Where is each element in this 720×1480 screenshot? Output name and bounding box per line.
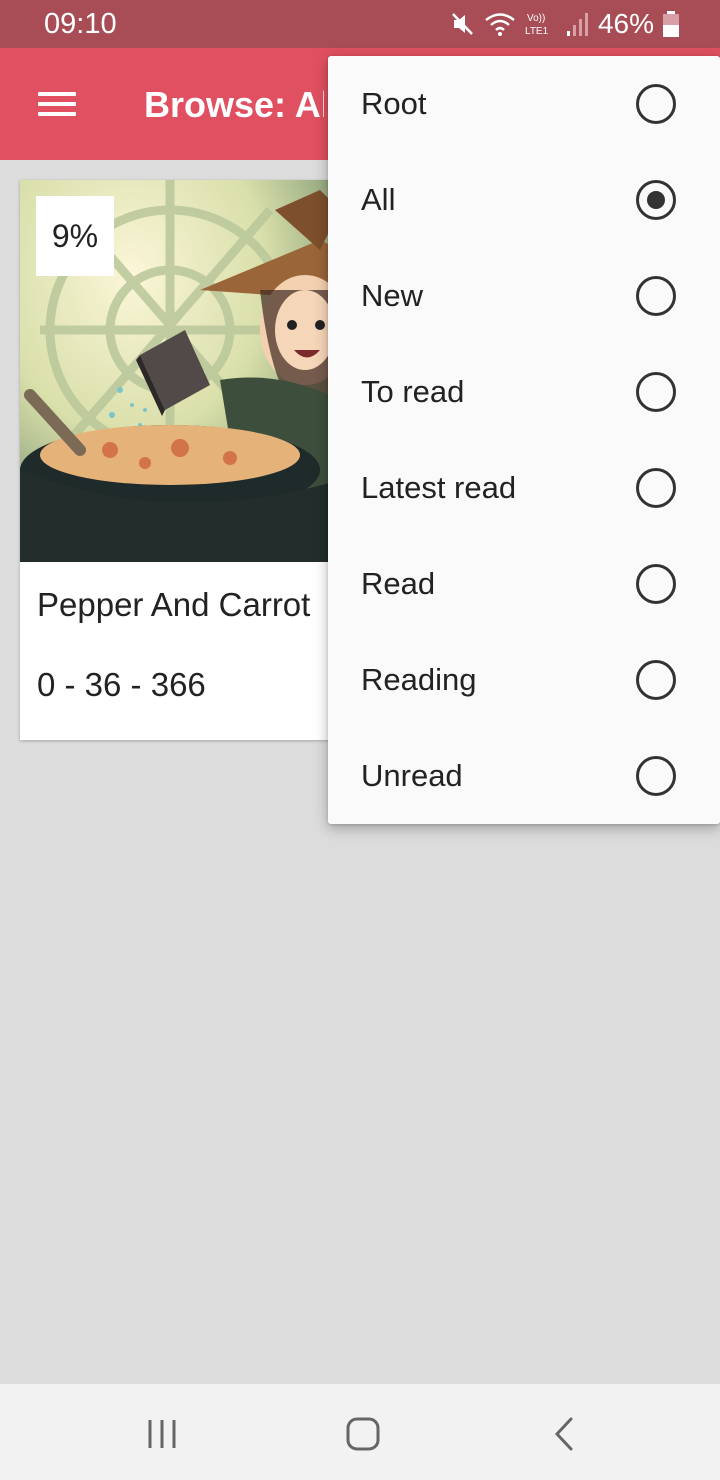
- menu-item-unread[interactable]: Unread: [328, 728, 720, 824]
- hamburger-menu-icon[interactable]: [28, 82, 84, 126]
- back-icon[interactable]: [545, 1414, 585, 1454]
- status-time: 09:10: [44, 8, 117, 40]
- radio-button[interactable]: [636, 660, 676, 700]
- menu-item-to-read[interactable]: To read: [328, 344, 720, 440]
- radio-button[interactable]: [636, 84, 676, 124]
- system-nav-bar: [0, 1384, 720, 1480]
- radio-button[interactable]: [636, 468, 676, 508]
- radio-button[interactable]: [636, 276, 676, 316]
- comic-card[interactable]: 9% Pepper And Carrot 0 - 36 - 366: [20, 180, 340, 740]
- home-icon[interactable]: [343, 1414, 383, 1454]
- radio-button[interactable]: [636, 756, 676, 796]
- comic-stats: 0 - 36 - 366: [37, 666, 206, 703]
- menu-item-label: Unread: [361, 758, 463, 793]
- menu-item-reading[interactable]: Reading: [328, 632, 720, 728]
- svg-text:LTE1: LTE1: [525, 26, 549, 37]
- battery-percentage: 46%: [597, 8, 654, 39]
- menu-item-label: Reading: [361, 662, 477, 697]
- menu-item-root[interactable]: Root: [328, 56, 720, 152]
- volte-lte-icon: Vo)) LTE1: [525, 13, 549, 37]
- menu-item-latest-read[interactable]: Latest read: [328, 440, 720, 536]
- menu-item-label: Latest read: [361, 470, 517, 505]
- status-icons: Vo)) LTE1 46%: [450, 6, 680, 42]
- menu-item-all[interactable]: All: [328, 152, 720, 248]
- menu-item-label: New: [361, 278, 424, 313]
- wifi-icon: [485, 13, 515, 36]
- radio-button[interactable]: [636, 372, 676, 412]
- svg-text:Vo)): Vo)): [527, 13, 545, 24]
- signal-icon: [566, 13, 588, 36]
- recents-icon[interactable]: [142, 1414, 182, 1454]
- menu-item-label: Read: [361, 566, 436, 601]
- radio-button[interactable]: [636, 180, 676, 220]
- comic-title: Pepper And Carrot: [37, 586, 311, 623]
- menu-item-label: All: [361, 182, 396, 217]
- menu-item-read[interactable]: Read: [328, 536, 720, 632]
- page-title: Browse: All: [144, 84, 324, 125]
- menu-item-label: To read: [361, 374, 465, 409]
- filter-dropdown-menu: Root All New To read Latest read Read Re…: [328, 56, 720, 824]
- battery-icon: [663, 11, 679, 37]
- menu-item-new[interactable]: New: [328, 248, 720, 344]
- mute-icon: [452, 13, 473, 35]
- radio-button[interactable]: [636, 564, 676, 604]
- progress-badge: 9%: [36, 196, 114, 276]
- cover-image: 9%: [20, 180, 340, 562]
- status-bar: 09:10 Vo)) LTE1 46%: [0, 0, 720, 48]
- menu-item-label: Root: [361, 86, 427, 121]
